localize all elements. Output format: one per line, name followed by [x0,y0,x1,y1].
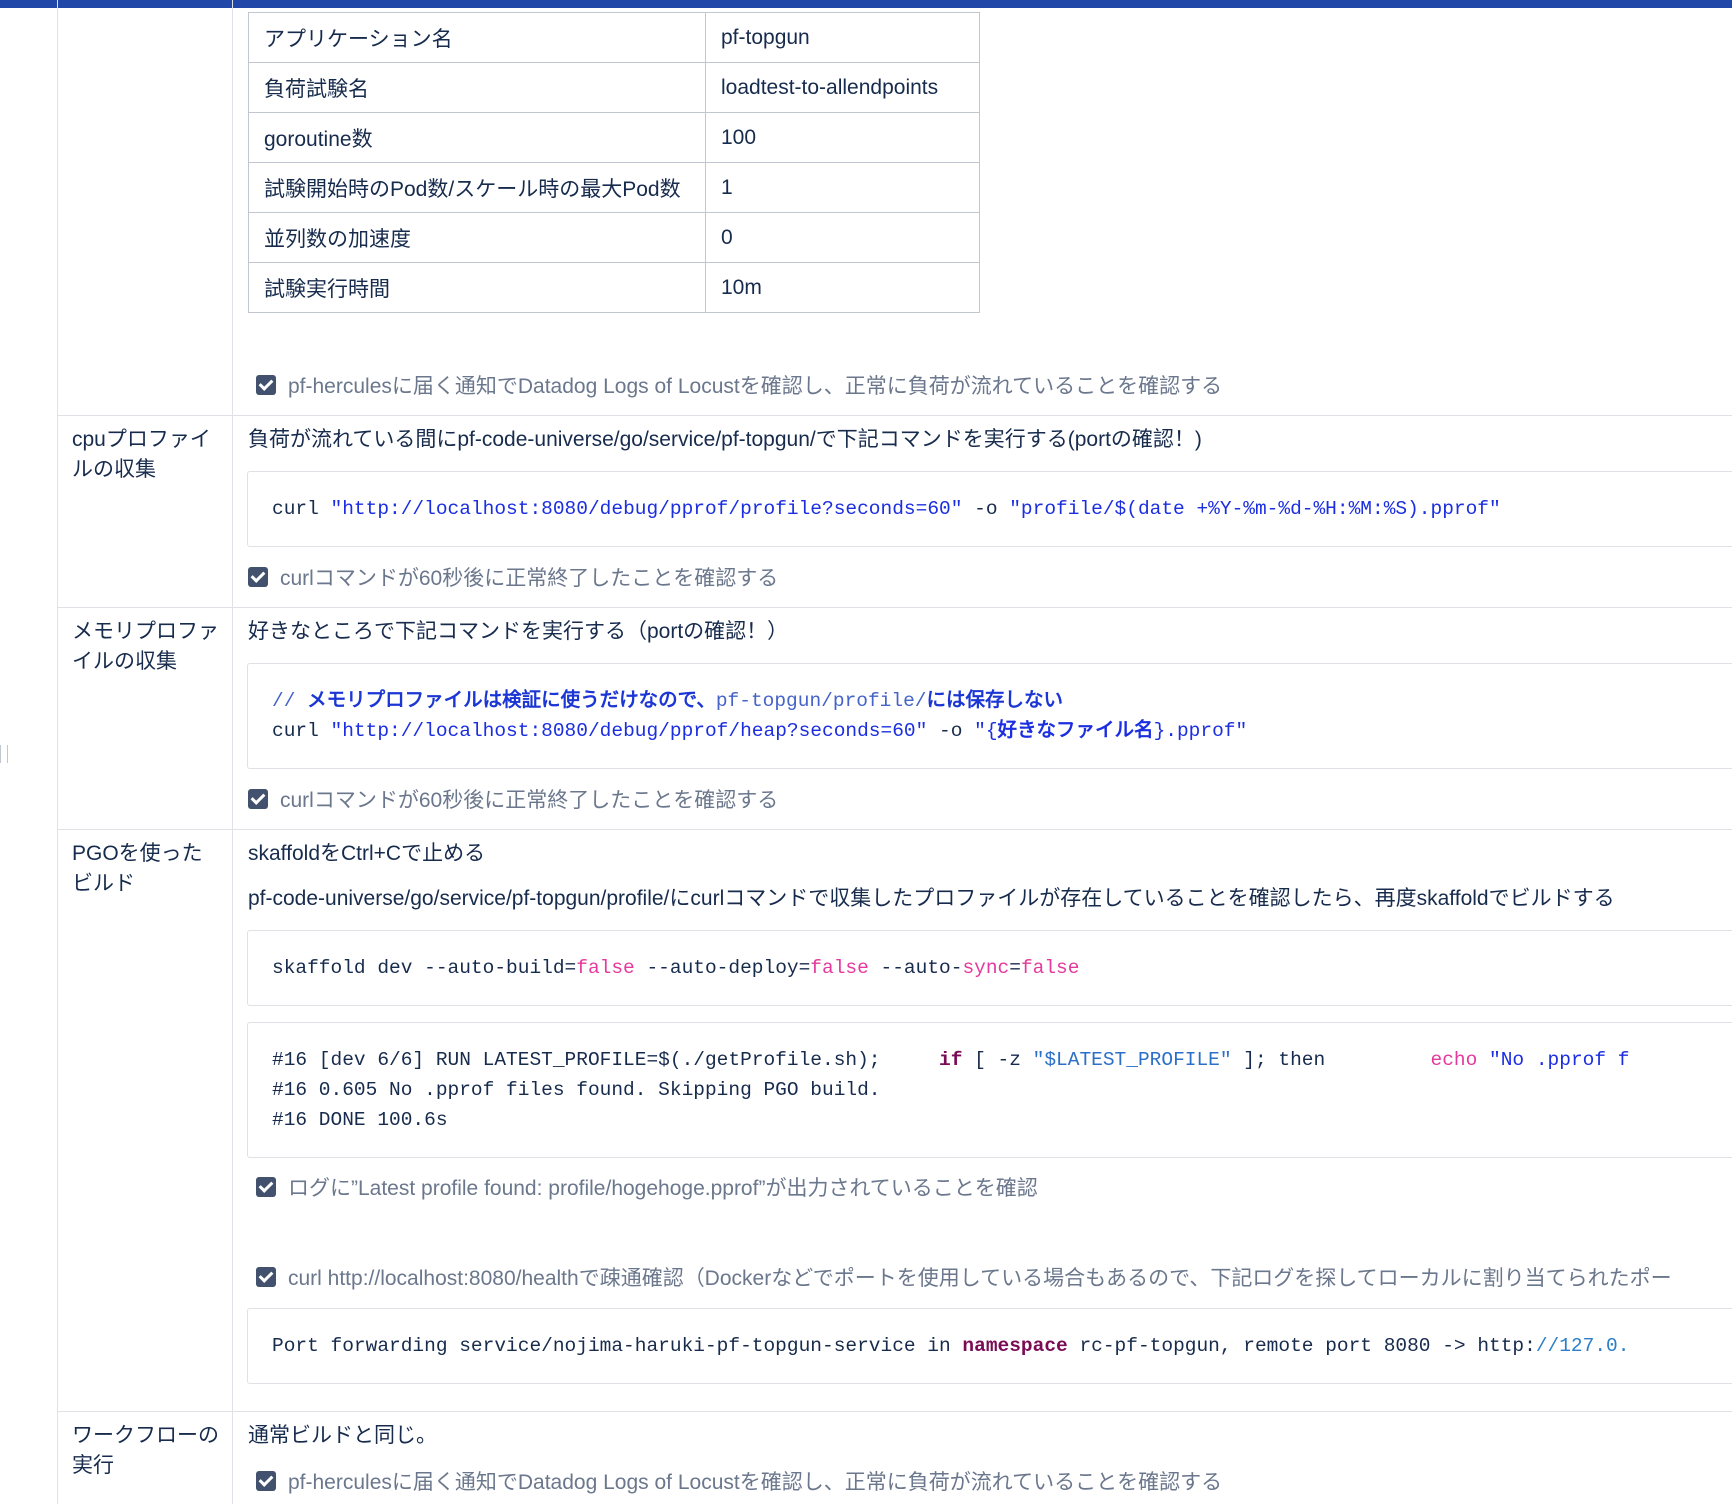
checklist-item-label: curlコマンドが60秒後に正常終了したことを確認する [280,789,779,812]
param-key: 試験実行時間 [248,262,706,313]
resize-handle[interactable] [0,745,8,763]
table-left-border [57,0,58,1504]
checklist-item-label: pf-herculesに届く通知でDatadog Logs of Locustを… [288,1471,1223,1494]
param-key: 試験開始時のPod数/スケール時の最大Pod数 [248,162,706,213]
checklist-item[interactable]: curlコマンドが60秒後に正常終了したことを確認する [248,784,778,814]
param-key: アプリケーション名 [248,12,706,63]
table-column-divider [232,0,233,1504]
param-value: loadtest-to-allendpoints [705,62,980,113]
checkbox-checked[interactable] [256,375,276,395]
table-row: goroutine数 100 [248,112,980,163]
code-block-memory: // メモリプロファイルは検証に使うだけなので、pf-topgun/profil… [247,663,1732,769]
checklist-item[interactable]: curlコマンドが60秒後に正常終了したことを確認する [248,562,778,592]
pgo-instruction-2: pf-code-universe/go/service/pf-topgun/pr… [248,887,1615,910]
code-block-build-log: #16 [dev 6/6] RUN LATEST_PROFILE=$(./get… [247,1022,1732,1158]
memory-instruction: 好きなところで下記コマンドを実行する（portの確認！） [248,620,789,643]
table-row: 負荷試験名 loadtest-to-allendpoints [248,62,980,113]
param-value: pf-topgun [705,12,980,63]
checkbox-checked[interactable] [256,1177,276,1197]
checkbox-checked[interactable] [248,789,268,809]
table-row-divider [57,607,1732,608]
code-comment-line: // メモリプロファイルは検証に使うだけなので、pf-topgun/profil… [272,690,1063,712]
checklist-item-label: curlコマンドが60秒後に正常終了したことを確認する [280,567,779,590]
checklist-item-label: ログに”Latest profile found: profile/hogeho… [288,1177,1038,1200]
param-value: 100 [705,112,980,163]
checklist-item-label: curl http://localhost:8080/healthで疎通確認（D… [288,1267,1672,1290]
param-value: 0 [705,212,980,263]
code-line: curl "http://localhost:8080/debug/pprof/… [272,498,1501,520]
code-line: Port forwarding service/nojima-haruki-pf… [272,1335,1630,1357]
table-row: 並列数の加速度 0 [248,212,980,263]
code-line: skaffold dev --auto-build=false --auto-d… [272,957,1080,979]
table-row-divider [57,1411,1732,1412]
workflow-instruction: 通常ビルドと同じ。 [248,1424,437,1447]
checkbox-checked[interactable] [256,1471,276,1491]
row-label-workflow: ワークフローの実行 [72,1424,219,1477]
param-key: 並列数の加速度 [248,212,706,263]
checklist-item[interactable]: curl http://localhost:8080/healthで疎通確認（D… [256,1262,1672,1292]
code-line: curl "http://localhost:8080/debug/pprof/… [272,720,1248,742]
table-row: アプリケーション名 pf-topgun [248,12,980,63]
code-line: #16 [dev 6/6] RUN LATEST_PROFILE=$(./get… [272,1049,1630,1071]
code-line: #16 DONE 100.6s [272,1109,448,1131]
param-value: 1 [705,162,980,213]
code-block-skaffold: skaffold dev --auto-build=false --auto-d… [247,930,1732,1006]
param-key: 負荷試験名 [248,62,706,113]
loadtest-params-table: アプリケーション名 pf-topgun 負荷試験名 loadtest-to-al… [248,12,980,313]
code-block-cpu: curl "http://localhost:8080/debug/pprof/… [247,471,1732,547]
pgo-instruction-1: skaffoldをCtrl+Cで止める [248,842,486,865]
table-row-divider [57,829,1732,830]
checklist-item[interactable]: pf-herculesに届く通知でDatadog Logs of Locustを… [256,370,1222,400]
param-key: goroutine数 [248,112,706,163]
row-label-pgo-build: PGOを使ったビルド [72,842,203,895]
table-row-divider [57,415,1732,416]
checklist-item-label: pf-herculesに届く通知でDatadog Logs of Locustを… [288,375,1223,398]
checkbox-checked[interactable] [248,567,268,587]
row-label-memory-profile: メモリプロファイルの収集 [72,620,219,673]
row-label-cpu-profile: cpuプロファイルの収集 [72,428,211,481]
top-navigation-bar [0,0,1732,8]
code-line: #16 0.605 No .pprof files found. Skippin… [272,1079,881,1101]
checkbox-checked[interactable] [256,1267,276,1287]
checklist-item[interactable]: ログに”Latest profile found: profile/hogeho… [256,1172,1038,1202]
table-row: 試験実行時間 10m [248,262,980,313]
table-row: 試験開始時のPod数/スケール時の最大Pod数 1 [248,162,980,213]
code-block-port-forward: Port forwarding service/nojima-haruki-pf… [247,1308,1732,1384]
checklist-item[interactable]: pf-herculesに届く通知でDatadog Logs of Locustを… [256,1466,1222,1496]
cpu-instruction: 負荷が流れている間にpf-code-universe/go/service/pf… [248,428,1202,451]
param-value: 10m [705,262,980,313]
